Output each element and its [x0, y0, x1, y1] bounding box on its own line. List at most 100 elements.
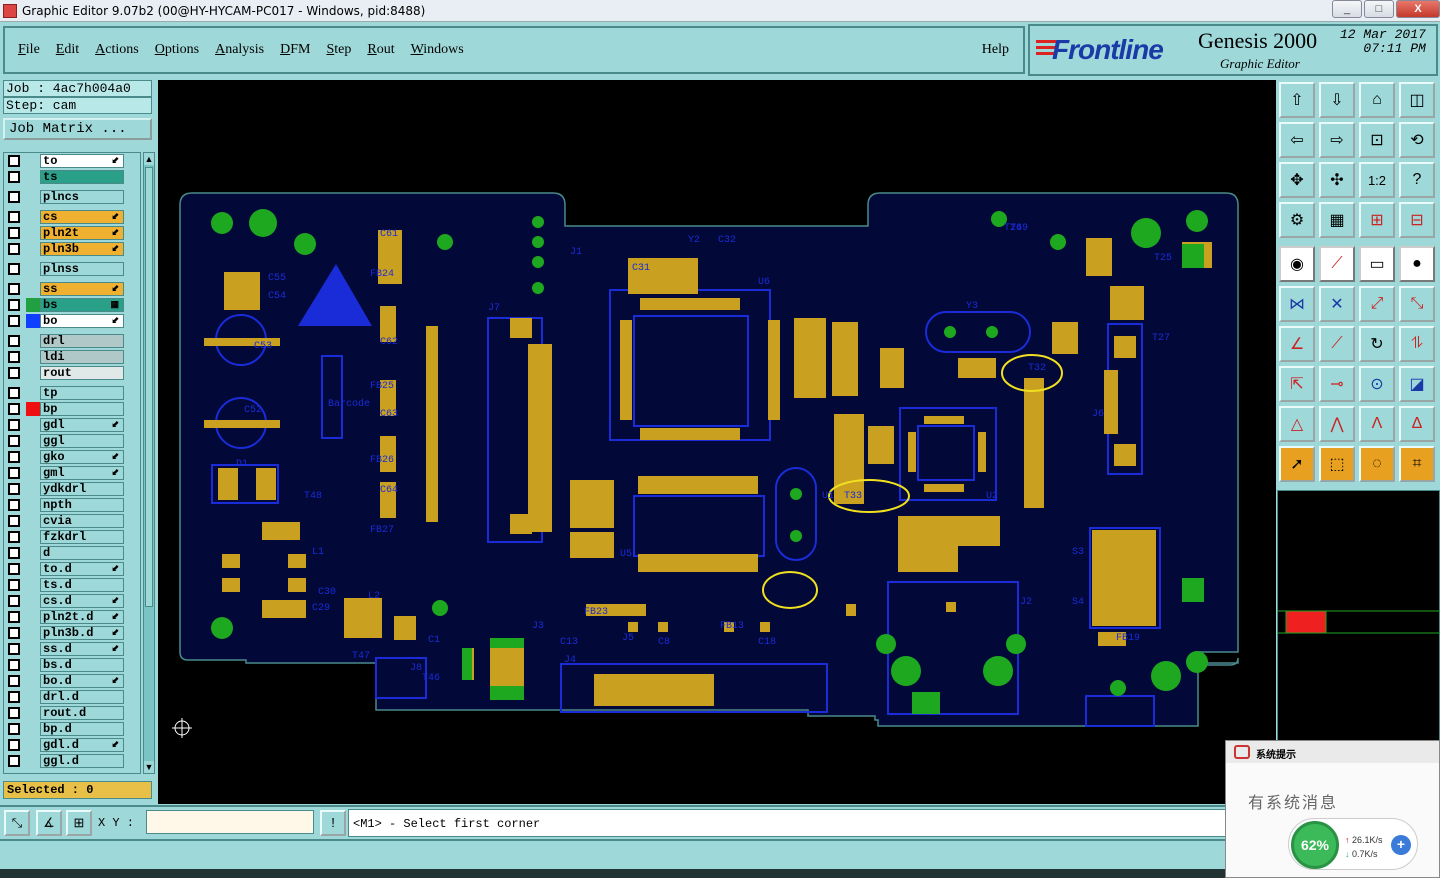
angle-icon[interactable]: ∠ [1279, 326, 1315, 362]
layer-row[interactable]: bo ⬋ [4, 313, 140, 329]
zoom-out-icon[interactable]: ✣ [1319, 162, 1355, 198]
layer-name[interactable]: drl [40, 334, 124, 348]
layer-row[interactable]: bp [4, 401, 140, 417]
layer-name[interactable]: rout.d [40, 706, 124, 720]
notification-message[interactable]: 有系统消息 [1248, 789, 1338, 813]
layer-name[interactable]: bo ⬋ [40, 314, 124, 328]
zoom-fit-icon[interactable]: ⊡ [1359, 122, 1395, 158]
layer-row[interactable]: drl.d [4, 689, 140, 705]
close-button[interactable]: X [1396, 0, 1440, 18]
layer-checkbox[interactable] [8, 611, 20, 623]
layer-checkbox[interactable] [8, 191, 20, 203]
zoom-home-icon[interactable]: ⇧ [1279, 82, 1315, 118]
layer-display-icon[interactable]: ⊞ [1359, 202, 1395, 238]
xy-input[interactable] [146, 810, 314, 834]
layer-name[interactable]: ydkdrl [40, 482, 124, 496]
layer-row[interactable]: plncs [4, 189, 140, 205]
layer-row[interactable]: ss ⬋ [4, 281, 140, 297]
layer-name[interactable]: pln2t ⬋ [40, 226, 124, 240]
layer-checkbox[interactable] [8, 483, 20, 495]
layer-checkbox[interactable] [8, 643, 20, 655]
layer-checkbox[interactable] [8, 403, 20, 415]
layer-row[interactable]: d [4, 545, 140, 561]
layer-compare-icon[interactable]: ⊟ [1399, 202, 1435, 238]
triangle-alt-icon[interactable]: ⋀ [1319, 406, 1355, 442]
job-matrix-button[interactable]: Job Matrix ... [3, 118, 152, 140]
minimize-button[interactable]: _ [1332, 0, 1362, 18]
measure-icon[interactable]: ⊙ [1359, 366, 1395, 402]
layer-row[interactable]: bo.d ⬋ [4, 673, 140, 689]
layer-row[interactable]: ggl.d [4, 753, 140, 769]
select-circle-icon[interactable]: ◌ [1359, 446, 1395, 482]
layer-name[interactable]: ts.d [40, 578, 124, 592]
vertex-icon[interactable]: Λ [1359, 406, 1395, 442]
layer-row[interactable]: pln2t ⬋ [4, 225, 140, 241]
layer-checkbox[interactable] [8, 547, 20, 559]
layer-row[interactable]: to ⬋ [4, 153, 140, 169]
overview-map[interactable] [1277, 490, 1440, 745]
layer-row[interactable]: ts [4, 169, 140, 185]
slope-icon[interactable]: ⟋ [1319, 326, 1355, 362]
arc-icon[interactable]: ↻ [1359, 326, 1395, 362]
layer-checkbox[interactable] [8, 595, 20, 607]
layer-checkbox[interactable] [8, 531, 20, 543]
segment-alt-icon[interactable]: ⤡ [1399, 286, 1435, 322]
layer-checkbox[interactable] [8, 315, 20, 327]
menu-actions[interactable]: Actions [95, 42, 139, 58]
layer-row[interactable]: bp.d [4, 721, 140, 737]
pan-left-icon[interactable]: ⇦ [1279, 122, 1315, 158]
layer-checkbox[interactable] [8, 263, 20, 275]
layer-checkbox[interactable] [8, 155, 20, 167]
scale-1-2-icon[interactable]: 1:2 [1359, 162, 1395, 198]
layer-row[interactable]: pln3b ⬋ [4, 241, 140, 257]
layer-name[interactable]: bs ▦ [40, 298, 124, 312]
layer-checkbox[interactable] [8, 499, 20, 511]
layer-row[interactable]: rout [4, 365, 140, 381]
network-monitor[interactable]: 62% ↑ 26.1K/s ↓ 0.7K/s + [1288, 818, 1418, 870]
pcb-drawing[interactable]: J1 J2 J3 J4 J5 J6 J7 J8 U1 U2 U5 U6 Y2 Y… [158, 80, 1276, 804]
angle-snap-icon[interactable]: ∡ [36, 810, 62, 836]
cross-icon[interactable]: ✕ [1319, 286, 1355, 322]
split-line-icon[interactable]: ⊸ [1319, 366, 1355, 402]
layer-row[interactable]: drl [4, 333, 140, 349]
layer-checkbox[interactable] [8, 435, 20, 447]
layer-name[interactable]: bp.d [40, 722, 124, 736]
layer-row[interactable]: cvia [4, 513, 140, 529]
layer-checkbox[interactable] [8, 755, 20, 767]
layer-row[interactable]: npth [4, 497, 140, 513]
vertex-alt-icon[interactable]: Δ [1399, 406, 1435, 442]
layer-name[interactable]: d [40, 546, 124, 560]
layer-checkbox[interactable] [8, 367, 20, 379]
layer-row[interactable]: gml ⬋ [4, 465, 140, 481]
layer-name[interactable]: drl.d [40, 690, 124, 704]
layer-checkbox[interactable] [8, 467, 20, 479]
layer-row[interactable]: bs.d [4, 657, 140, 673]
layer-checkbox[interactable] [8, 563, 20, 575]
layer-name[interactable]: bs.d [40, 658, 124, 672]
restore-button[interactable]: □ [1364, 0, 1394, 18]
layer-row[interactable]: gdl ⬋ [4, 417, 140, 433]
layer-row[interactable]: cs.d ⬋ [4, 593, 140, 609]
layer-name[interactable]: bo.d ⬋ [40, 674, 124, 688]
settings-icon[interactable]: ⚙ [1279, 202, 1315, 238]
layer-row[interactable]: pln3b.d ⬋ [4, 625, 140, 641]
select-polygon-icon[interactable]: ⌗ [1399, 446, 1435, 482]
connect-icon[interactable]: ⋈ [1279, 286, 1315, 322]
layer-name[interactable]: gdl ⬋ [40, 418, 124, 432]
menu-options[interactable]: Options [155, 42, 199, 58]
layer-checkbox[interactable] [8, 211, 20, 223]
overview-viewport[interactable] [1285, 610, 1327, 634]
layer-name[interactable]: pln3b.d ⬋ [40, 626, 124, 640]
pad-icon[interactable]: ◉ [1279, 246, 1315, 282]
redraw-icon[interactable]: ⟲ [1399, 122, 1435, 158]
move-icon[interactable]: ⇱ [1279, 366, 1315, 402]
layer-name[interactable]: ss ⬋ [40, 282, 124, 296]
layer-row[interactable]: rout.d [4, 705, 140, 721]
layer-name[interactable]: gdl.d ⬋ [40, 738, 124, 752]
layer-checkbox[interactable] [8, 691, 20, 703]
scroll-up-icon[interactable]: ▲ [144, 153, 154, 165]
select-arrow-icon[interactable]: ➚ [1279, 446, 1315, 482]
layer-checkbox[interactable] [8, 387, 20, 399]
layer-checkbox[interactable] [8, 419, 20, 431]
ruler-icon[interactable]: ▭ [1359, 246, 1395, 282]
